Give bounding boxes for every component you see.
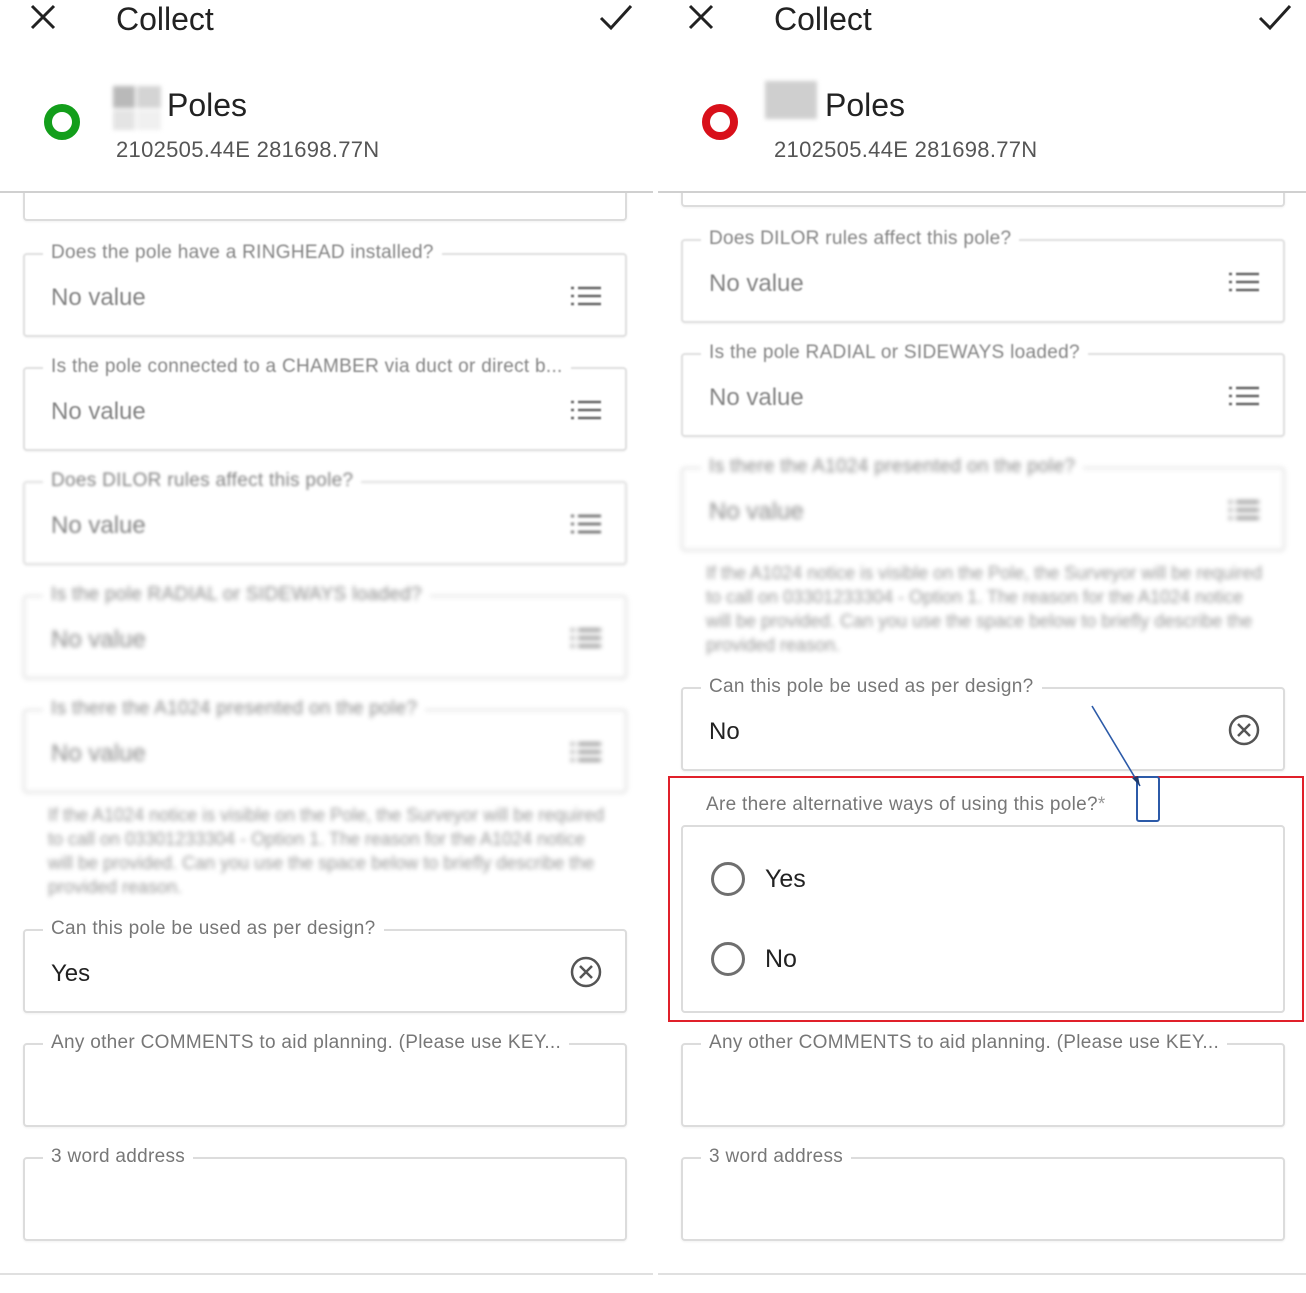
form-field-partial[interactable] xyxy=(681,193,1285,207)
form-field-radial[interactable]: Is the pole RADIAL or SIDEWAYS loaded? N… xyxy=(23,583,627,679)
form-field-dilor[interactable]: Does DILOR rules affect this pole? No va… xyxy=(681,227,1285,323)
coordinates: 2102505.44E 281698.77N xyxy=(774,137,1038,162)
list-icon[interactable] xyxy=(569,285,603,307)
form-field-address[interactable]: 3 word address xyxy=(23,1145,627,1241)
form-scroll-area[interactable]: Does the pole have a RINGHEAD installed?… xyxy=(0,193,653,1273)
field-label: Can this pole be used as per design? xyxy=(701,675,1042,699)
list-icon[interactable] xyxy=(569,399,603,421)
form-field-ringhead[interactable]: Does the pole have a RINGHEAD installed?… xyxy=(23,241,627,337)
alternative-ways-radio-group: Yes No xyxy=(681,825,1285,1013)
radio-option-label: Yes xyxy=(765,864,806,893)
close-icon[interactable] xyxy=(28,2,58,32)
form-field-design[interactable]: Can this pole be used as per design? Yes xyxy=(23,917,627,1013)
field-value: Yes xyxy=(51,960,91,987)
form-field-partial[interactable] xyxy=(23,193,627,221)
field-label: Is there the A1024 presented on the pole… xyxy=(701,455,1084,479)
check-icon[interactable] xyxy=(1258,2,1292,32)
app-bar-title: Collect xyxy=(116,1,214,37)
list-icon[interactable] xyxy=(569,627,603,649)
field-value: No value xyxy=(51,398,146,425)
layer-name: Poles xyxy=(167,87,248,123)
form-field-radial[interactable]: Is the pole RADIAL or SIDEWAYS loaded? N… xyxy=(681,341,1285,437)
list-icon[interactable] xyxy=(569,741,603,763)
app-bar-title: Collect xyxy=(774,1,872,37)
feature-header: Poles 2102505.44E 281698.77N xyxy=(658,78,1306,190)
bottom-divider xyxy=(0,1273,653,1275)
field-value: No value xyxy=(709,384,804,411)
bottom-divider xyxy=(658,1273,1306,1275)
field-label: Is the pole RADIAL or SIDEWAYS loaded? xyxy=(701,341,1088,365)
list-icon[interactable] xyxy=(1227,499,1261,521)
form-field-a1024[interactable]: Is there the A1024 presented on the pole… xyxy=(23,697,627,793)
field-label: Can this pole be used as per design? xyxy=(43,917,384,941)
clear-icon[interactable] xyxy=(1227,713,1261,747)
field-value: No value xyxy=(51,512,146,539)
field-label: Does DILOR rules affect this pole? xyxy=(43,469,362,493)
field-label: 3 word address xyxy=(43,1145,194,1169)
clear-icon[interactable] xyxy=(569,955,603,989)
field-label: Is the pole connected to a CHAMBER via d… xyxy=(43,355,571,379)
field-value: No value xyxy=(51,284,146,311)
field-label: Is there the A1024 presented on the pole… xyxy=(43,697,426,721)
form-panel-right: Collect Poles 2102505.44E 281698.77N Doe… xyxy=(658,0,1306,1293)
app-bar: Collect xyxy=(0,0,653,60)
layer-thumbnail-icon xyxy=(113,86,161,130)
close-icon[interactable] xyxy=(686,2,716,32)
radio-option-label: No xyxy=(765,944,797,973)
radio-option-no[interactable]: No xyxy=(711,939,797,979)
form-field-design[interactable]: Can this pole be used as per design? No xyxy=(681,675,1285,771)
field-value: No value xyxy=(709,498,804,525)
field-label: 3 word address xyxy=(701,1145,852,1169)
a1024-note: If the A1024 notice is visible on the Po… xyxy=(48,805,605,897)
form-field-dilor[interactable]: Does DILOR rules affect this pole? No va… xyxy=(23,469,627,565)
field-value: No value xyxy=(709,270,804,297)
field-label: Is the pole RADIAL or SIDEWAYS loaded? xyxy=(43,583,430,607)
app-bar: Collect xyxy=(658,0,1306,60)
radio-icon[interactable] xyxy=(711,862,745,896)
form-panel-left: Collect Poles 2102505.44E 281698.77N Doe… xyxy=(0,0,653,1293)
field-label: Any other COMMENTS to aid planning. (Ple… xyxy=(701,1031,1228,1055)
form-field-a1024[interactable]: Is there the A1024 presented on the pole… xyxy=(681,455,1285,551)
field-value: No xyxy=(709,718,740,745)
field-label: Does the pole have a RINGHEAD installed? xyxy=(43,241,442,265)
list-icon[interactable] xyxy=(569,513,603,535)
required-mark: * xyxy=(1097,794,1106,815)
field-value: No value xyxy=(51,740,146,767)
form-field-comments[interactable]: Any other COMMENTS to aid planning. (Ple… xyxy=(681,1031,1285,1127)
list-icon[interactable] xyxy=(1227,385,1261,407)
form-field-chamber[interactable]: Is the pole connected to a CHAMBER via d… xyxy=(23,355,627,451)
check-icon[interactable] xyxy=(599,2,633,32)
field-label: Any other COMMENTS to aid planning. (Ple… xyxy=(43,1031,570,1055)
alternative-ways-label: Are there alternative ways of using this… xyxy=(706,794,1106,815)
form-scroll-area[interactable]: Does DILOR rules affect this pole? No va… xyxy=(658,193,1306,1273)
list-icon[interactable] xyxy=(1227,271,1261,293)
radio-icon[interactable] xyxy=(711,942,745,976)
radio-option-yes[interactable]: Yes xyxy=(711,859,806,899)
a1024-note: If the A1024 notice is visible on the Po… xyxy=(706,563,1263,655)
form-field-address[interactable]: 3 word address xyxy=(681,1145,1285,1241)
layer-name: Poles xyxy=(825,87,906,123)
status-error-icon xyxy=(702,104,738,140)
field-label: Does DILOR rules affect this pole? xyxy=(701,227,1020,251)
field-value: No value xyxy=(51,626,146,653)
status-ok-icon xyxy=(44,104,80,140)
required-mark-annotation xyxy=(1136,776,1160,822)
coordinates: 2102505.44E 281698.77N xyxy=(116,137,380,162)
feature-header: Poles 2102505.44E 281698.77N xyxy=(0,78,653,190)
form-field-comments[interactable]: Any other COMMENTS to aid planning. (Ple… xyxy=(23,1031,627,1127)
layer-thumbnail-icon xyxy=(765,81,817,119)
